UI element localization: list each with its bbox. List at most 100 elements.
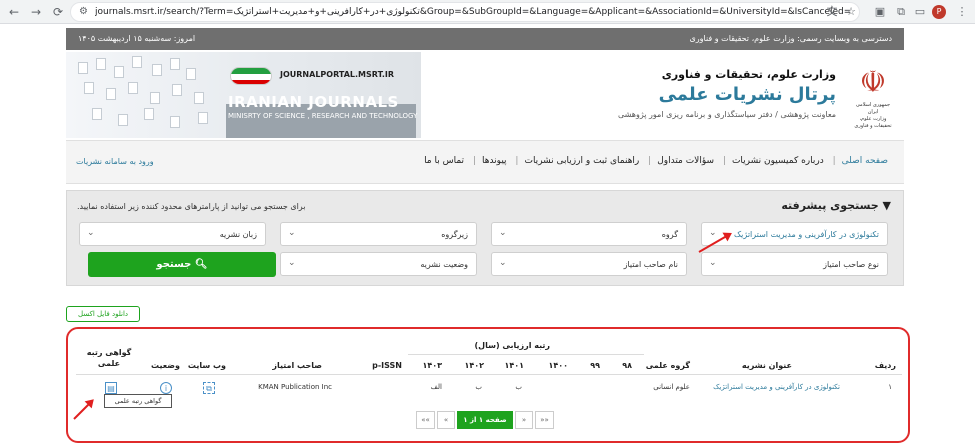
- document-icon: [186, 68, 196, 80]
- nav-about-commission[interactable]: درباره کمیسیون نشریات: [726, 156, 830, 166]
- login-link[interactable]: ورود به سامانه نشریات: [76, 157, 154, 166]
- search-button[interactable]: 🔍︎ جستجو: [88, 252, 276, 277]
- pagination-last[interactable]: ««: [416, 411, 435, 429]
- document-icon: [144, 108, 154, 120]
- journal-status-select[interactable]: وضعیت نشریه ⌄: [280, 252, 477, 276]
- pagination-current: صفحه ۱ از ۱: [457, 411, 513, 429]
- header-website: وب سایت: [187, 361, 226, 370]
- nav-home[interactable]: صفحه اصلی: [836, 156, 894, 166]
- nav-links[interactable]: پیوندها: [476, 156, 513, 166]
- iran-flag-icon: [230, 67, 272, 85]
- search-button-label: جستجو: [156, 259, 192, 270]
- official-site-link[interactable]: دسترسی به وبسایت رسمی: وزارت علوم، تحقیق…: [690, 34, 892, 43]
- table-header: ردیف عنوان نشریه گروه علمی رتبه ارزیابی …: [76, 335, 902, 375]
- advanced-search-title[interactable]: ▼ جستجوی پیشرفته: [781, 199, 891, 212]
- sidebar-icon[interactable]: ▭: [912, 4, 928, 20]
- chevron-down-icon: ⌄: [709, 228, 717, 238]
- journal-group: علوم انسانی: [653, 383, 690, 391]
- profile-avatar[interactable]: P: [932, 5, 946, 19]
- extension-icon[interactable]: ▣: [872, 4, 888, 20]
- site-info-icon[interactable]: ⚙: [79, 6, 88, 17]
- document-icon: [172, 84, 182, 96]
- pagination-next[interactable]: «: [437, 411, 455, 429]
- language-select[interactable]: زبان نشریه ⌄: [79, 222, 266, 246]
- certificate-tooltip: گواهی رتبه علمی: [104, 394, 172, 408]
- portal-title[interactable]: پرتال نشریات علمی: [659, 84, 836, 105]
- rank-1403: الف: [430, 383, 442, 391]
- emblem-icon: ☫: [859, 65, 887, 100]
- iranian-journals-subtitle: MINISRTY OF SCIENCE , RESEARCH AND TECHN…: [228, 112, 418, 120]
- journal-title-link[interactable]: تکنولوژی در کارآفرینی و مدیریت استراتژیک: [713, 383, 840, 391]
- search-icon: 🔍︎: [194, 259, 208, 270]
- pagination-prev[interactable]: »: [515, 411, 533, 429]
- header-year-1403: ۱۴۰۳: [422, 361, 442, 370]
- document-icon: [106, 88, 116, 100]
- document-icon: [170, 58, 180, 70]
- applicant-name-label: نام صاحب امتیاز: [623, 260, 678, 269]
- subgroup-select-label: زیرگروه: [441, 230, 468, 239]
- advanced-search-panel: ▼ جستجوی پیشرفته برای جستجو می توانید از…: [66, 190, 904, 286]
- translate-icon[interactable]: 文: [824, 4, 840, 20]
- ministry-name: وزارت علوم، تحقیقات و فناوری: [661, 68, 836, 81]
- certificate-icon[interactable]: ▤: [105, 382, 117, 394]
- advanced-search-label: جستجوی پیشرفته: [781, 199, 879, 212]
- document-icon: [198, 112, 208, 124]
- header-status: وضعیت: [151, 361, 180, 370]
- today-date: امروز: سه‌شنبه ۱۵ اردیبهشت ۱۴۰۵: [78, 34, 196, 43]
- rank-1402: ب: [475, 383, 482, 391]
- pagination: «« « صفحه ۱ از ۱ » »»: [416, 411, 554, 429]
- search-description: برای جستجو می توانید از پارامترهای محدود…: [77, 202, 306, 211]
- website-link-icon[interactable]: ⧉: [203, 382, 215, 394]
- header-journal-title: عنوان نشریه: [741, 361, 792, 370]
- chevron-down-icon: ⌄: [499, 228, 507, 238]
- document-icon: [150, 92, 160, 104]
- document-icon: [96, 58, 106, 70]
- applicant-name-select[interactable]: نام صاحب امتیاز ⌄: [491, 252, 687, 276]
- group-select[interactable]: گروه ⌄: [491, 222, 687, 246]
- applicant-type-select[interactable]: نوع صاحب امتیاز ⌄: [701, 252, 888, 276]
- nav-contact[interactable]: تماس با ما: [418, 156, 470, 166]
- iranian-journals-banner[interactable]: JOURNALPORTAL.MSRT.IR IRANIAN JOURNALS M…: [66, 52, 421, 138]
- nav-guide[interactable]: راهنمای ثبت و ارزیابی نشریات: [518, 156, 645, 166]
- download-excel-button[interactable]: دانلود فایل اکسل: [66, 306, 140, 322]
- chevron-down-icon: ⌄: [87, 228, 95, 238]
- url-text[interactable]: journals.msrt.ir/search/?Term=تکنولوژی+د…: [95, 7, 855, 17]
- status-info-icon[interactable]: i: [160, 382, 172, 394]
- document-icon: [92, 108, 102, 120]
- pagination-first[interactable]: »»: [535, 411, 554, 429]
- address-bar[interactable]: ⚙ journals.msrt.ir/search/?Term=تکنولوژی…: [70, 2, 860, 22]
- document-icon: [78, 62, 88, 74]
- document-icon: [194, 92, 204, 104]
- back-icon[interactable]: ←: [6, 4, 22, 20]
- language-select-label: زبان نشریه: [219, 230, 257, 239]
- header-year-1400: ۱۴۰۰: [548, 361, 568, 370]
- iranian-journals-title: IRANIAN JOURNALS: [228, 93, 399, 111]
- reload-icon[interactable]: ⟳: [50, 4, 66, 20]
- search-term-value: تکنولوژی در کارآفرینی و مدیریت استراتژیک: [734, 230, 879, 239]
- header-year-98: ۹۸: [622, 361, 632, 370]
- document-icon: [128, 82, 138, 94]
- header-year-99: ۹۹: [590, 361, 600, 370]
- nav-faq[interactable]: سؤالات متداول: [651, 156, 720, 166]
- puzzle-icon[interactable]: ⧉: [893, 4, 909, 20]
- browser-toolbar: ← → ⟳ ⚙ journals.msrt.ir/search/?Term=تک…: [0, 0, 975, 24]
- ministry-branding: ☫ جمهوری اسلامی ایران وزارت علوم، تحقیقا…: [434, 52, 904, 138]
- chevron-down-icon: ⌄: [709, 258, 717, 268]
- document-icon: [170, 116, 180, 128]
- header-year-1402: ۱۴۰۲: [464, 361, 484, 370]
- emblem-caption: وزارت علوم، تحقیقات و فناوری: [854, 116, 892, 129]
- menu-icon[interactable]: ⋮: [954, 4, 970, 20]
- group-select-label: گروه: [661, 230, 678, 239]
- document-icon: [132, 56, 142, 68]
- subgroup-select[interactable]: زیرگروه ⌄: [280, 222, 477, 246]
- document-icon: [118, 114, 128, 126]
- journal-status-label: وضعیت نشریه: [420, 260, 468, 269]
- document-icon: [152, 64, 162, 76]
- forward-icon[interactable]: →: [28, 4, 44, 20]
- header-pissn: p-ISSN: [372, 361, 402, 370]
- emblem-caption: جمهوری اسلامی ایران: [855, 102, 891, 115]
- bookmark-star-icon[interactable]: ☆: [843, 4, 859, 20]
- chevron-down-icon: ⌄: [288, 258, 296, 268]
- rank-1401: ب: [515, 383, 522, 391]
- applicant-type-label: نوع صاحب امتیاز: [823, 260, 879, 269]
